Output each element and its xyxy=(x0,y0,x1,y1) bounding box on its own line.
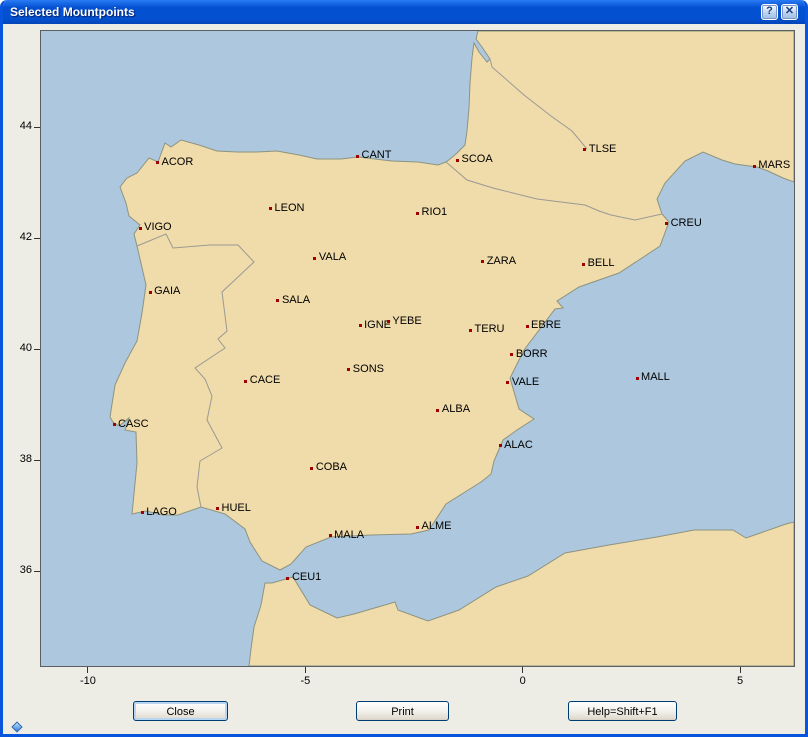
station-marker-tlse xyxy=(583,148,586,151)
station-label-tlse: TLSE xyxy=(589,143,617,156)
close-titlebar-button[interactable]: ✕ xyxy=(781,4,798,20)
station-marker-teru xyxy=(469,329,472,332)
stations-layer: ACOR CANT SCOA TLSE MARS VIGO LEON RIO1 CREU VALA… xyxy=(41,31,794,666)
y-axis-tick-label: 38 xyxy=(6,453,32,465)
x-axis-tick xyxy=(87,667,88,673)
station-marker-rio1 xyxy=(416,212,419,215)
x-axis-tick-label: 0 xyxy=(506,675,540,687)
station-label-vala: VALA xyxy=(319,251,346,264)
station-label-rio1: RIO1 xyxy=(422,206,448,219)
window-title: Selected Mountpoints xyxy=(10,5,758,19)
station-marker-alme xyxy=(416,526,419,529)
station-marker-vala xyxy=(313,257,316,260)
station-label-vigo: VIGO xyxy=(144,221,172,234)
station-marker-sons xyxy=(347,368,350,371)
station-label-vale: VALE xyxy=(512,376,539,389)
station-marker-cant xyxy=(356,155,359,158)
station-marker-borr xyxy=(510,353,513,356)
station-label-alme: ALME xyxy=(422,520,452,533)
station-label-mall: MALL xyxy=(641,371,670,384)
grip-diamond-icon xyxy=(11,721,22,732)
station-label-sons: SONS xyxy=(353,363,384,376)
y-axis-tick xyxy=(34,127,40,128)
station-marker-creu xyxy=(665,222,668,225)
client-area: ACOR CANT SCOA TLSE MARS VIGO LEON RIO1 CREU VALA… xyxy=(3,24,805,734)
station-label-cant: CANT xyxy=(362,149,392,162)
station-marker-coba xyxy=(310,467,313,470)
station-label-zara: ZARA xyxy=(487,255,516,268)
station-marker-mala xyxy=(329,534,332,537)
station-marker-gaia xyxy=(149,291,152,294)
x-axis-tick xyxy=(740,667,741,673)
station-marker-vale xyxy=(506,381,509,384)
station-label-coba: COBA xyxy=(316,461,347,474)
y-axis-tick-label: 36 xyxy=(6,564,32,576)
y-axis-tick xyxy=(34,571,40,572)
station-marker-leon xyxy=(269,207,272,210)
station-label-ceu1: CEU1 xyxy=(292,571,321,584)
title-bar[interactable]: Selected Mountpoints ? ✕ xyxy=(3,0,805,24)
station-marker-igne xyxy=(359,324,362,327)
station-label-mars: MARS xyxy=(758,159,790,172)
map-plot: ACOR CANT SCOA TLSE MARS VIGO LEON RIO1 CREU VALA… xyxy=(40,30,795,667)
station-label-teru: TERU xyxy=(475,323,505,336)
station-label-acor: ACOR xyxy=(162,156,194,169)
y-axis-tick xyxy=(34,460,40,461)
station-label-leon: LEON xyxy=(275,202,305,215)
station-marker-sala xyxy=(276,299,279,302)
station-label-yebe: YEBE xyxy=(392,315,421,328)
station-label-sala: SALA xyxy=(282,294,310,307)
station-marker-ebre xyxy=(526,325,529,328)
x-axis-tick-label: -10 xyxy=(71,675,105,687)
selected-mountpoints-window: Selected Mountpoints ? ✕ ACOR CANT SCOA TLS… xyxy=(0,0,808,737)
x-axis-tick-label: -5 xyxy=(288,675,322,687)
station-marker-scoa xyxy=(456,159,459,162)
station-label-alba: ALBA xyxy=(442,403,470,416)
station-marker-yebe xyxy=(387,320,390,323)
x-axis-tick-label: 5 xyxy=(723,675,757,687)
station-marker-alac xyxy=(499,444,502,447)
station-label-scoa: SCOA xyxy=(461,153,492,166)
station-label-gaia: GAIA xyxy=(154,285,180,298)
station-marker-acor xyxy=(156,161,159,164)
y-axis-tick xyxy=(34,349,40,350)
y-axis-tick xyxy=(34,238,40,239)
station-marker-mall xyxy=(636,377,639,380)
station-marker-huel xyxy=(216,507,219,510)
station-label-creu: CREU xyxy=(671,217,702,230)
station-marker-casc xyxy=(113,423,116,426)
y-axis-tick-label: 40 xyxy=(6,342,32,354)
print-button[interactable]: Print xyxy=(356,701,449,721)
station-label-lago: LAGO xyxy=(146,506,177,519)
y-axis-tick-label: 44 xyxy=(6,120,32,132)
close-button[interactable]: Close xyxy=(133,701,228,721)
station-marker-lago xyxy=(141,511,144,514)
station-marker-zara xyxy=(481,260,484,263)
station-marker-vigo xyxy=(139,227,142,230)
station-marker-alba xyxy=(436,409,439,412)
station-marker-mars xyxy=(753,165,756,168)
station-label-mala: MALA xyxy=(334,529,364,542)
station-label-bell: BELL xyxy=(588,257,615,270)
station-label-casc: CASC xyxy=(118,418,149,431)
y-axis-tick-label: 42 xyxy=(6,231,32,243)
help-titlebar-button[interactable]: ? xyxy=(761,4,778,20)
station-label-borr: BORR xyxy=(516,348,548,361)
station-label-huel: HUEL xyxy=(222,502,251,515)
station-marker-bell xyxy=(582,263,585,266)
x-axis-tick xyxy=(522,667,523,673)
station-label-alac: ALAC xyxy=(504,439,533,452)
station-label-ebre: EBRE xyxy=(531,319,561,332)
station-marker-cace xyxy=(244,380,247,383)
help-shift-f1-button[interactable]: Help=Shift+F1 xyxy=(568,701,677,721)
x-axis-tick xyxy=(305,667,306,673)
station-marker-ceu1 xyxy=(286,577,289,580)
station-label-cace: CACE xyxy=(250,374,281,387)
